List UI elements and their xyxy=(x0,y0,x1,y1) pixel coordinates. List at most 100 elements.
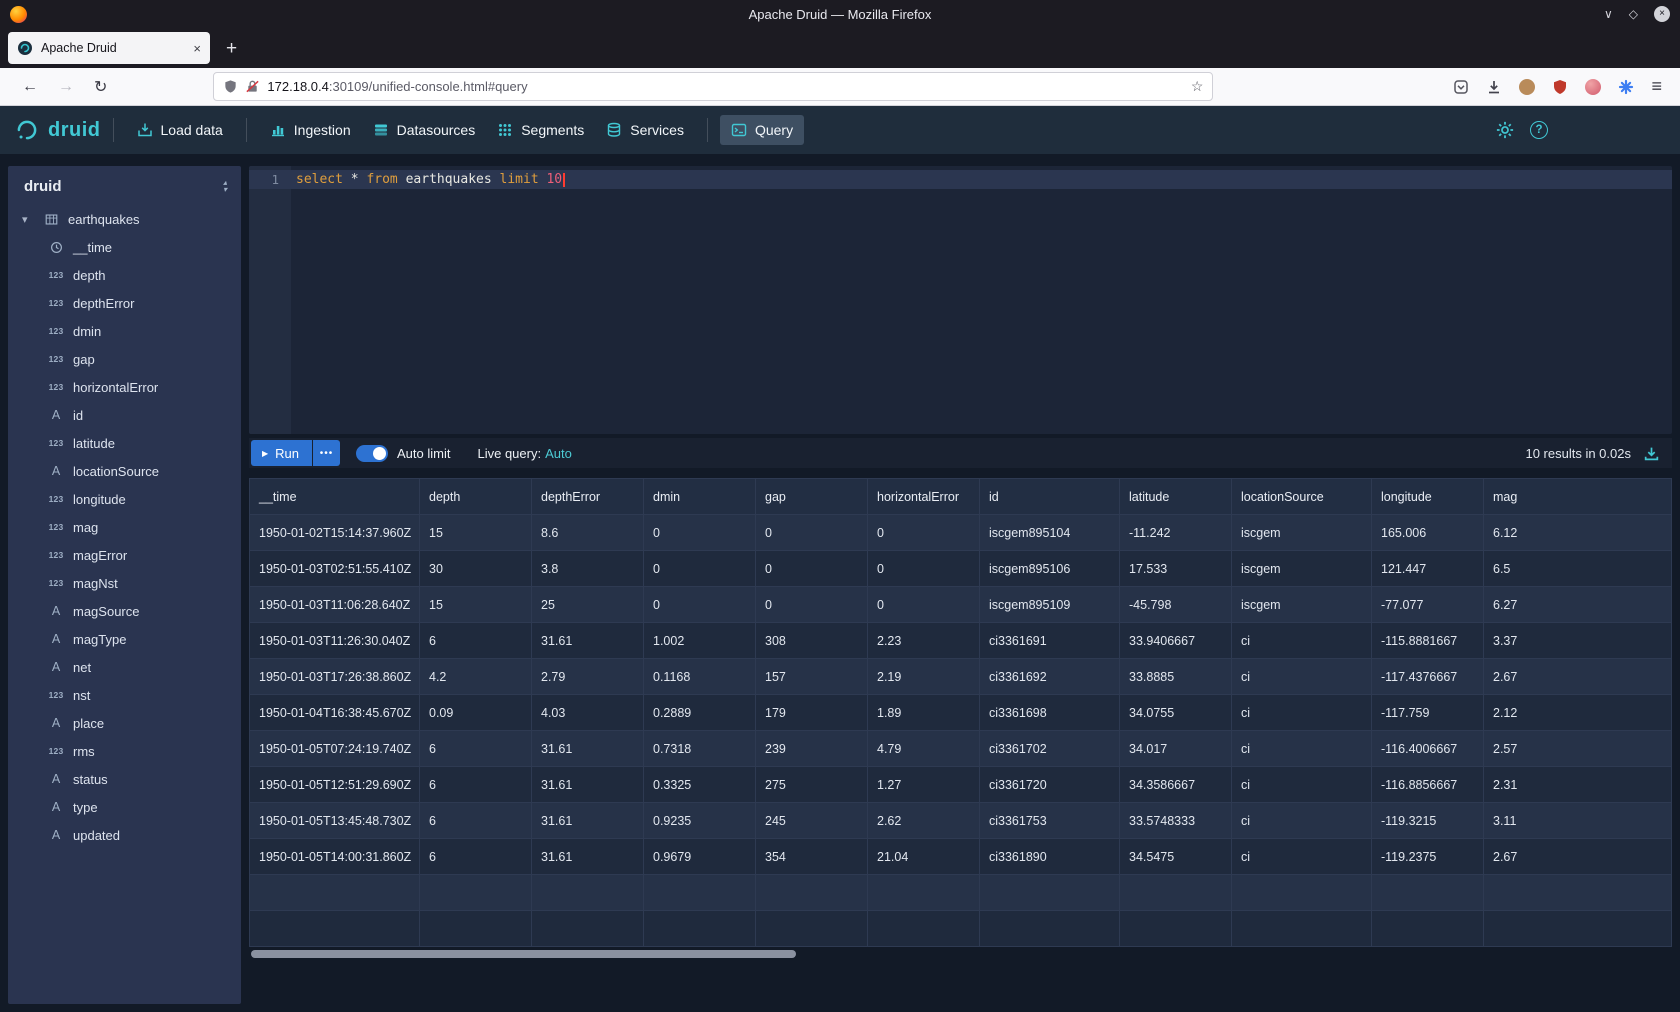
table-cell[interactable]: 30 xyxy=(420,551,532,587)
column-header[interactable]: horizontalError xyxy=(868,479,980,515)
table-cell[interactable]: iscgem xyxy=(1232,587,1372,623)
avatar-extension-icon[interactable] xyxy=(1585,79,1601,95)
druid-logo[interactable]: druid xyxy=(14,117,101,143)
table-cell[interactable]: 17.533 xyxy=(1120,551,1232,587)
table-cell[interactable]: 34.5475 xyxy=(1120,839,1232,875)
double-caret-vertical-icon[interactable]: ▴▾ xyxy=(223,180,227,193)
table-cell[interactable]: ci3361691 xyxy=(980,623,1120,659)
table-cell[interactable]: iscgem895104 xyxy=(980,515,1120,551)
table-cell[interactable]: -45.798 xyxy=(1120,587,1232,623)
pocket-icon[interactable] xyxy=(1453,79,1469,95)
table-cell[interactable]: 308 xyxy=(756,623,868,659)
live-query-value[interactable]: Auto xyxy=(545,446,572,461)
table-cell[interactable]: 0.7318 xyxy=(644,731,756,767)
reload-button[interactable]: ↻ xyxy=(84,77,117,97)
table-cell[interactable]: 6 xyxy=(420,767,532,803)
table-cell[interactable]: ci3361702 xyxy=(980,731,1120,767)
sidebar-column-place[interactable]: Aplace xyxy=(8,709,241,737)
column-header[interactable]: id xyxy=(980,479,1120,515)
pinwheel-extension-icon[interactable] xyxy=(1618,79,1634,95)
tracking-shield-icon[interactable] xyxy=(223,79,238,94)
horizontal-scrollbar[interactable] xyxy=(249,947,1672,961)
table-cell[interactable]: 31.61 xyxy=(532,623,644,659)
table-cell[interactable]: 6 xyxy=(420,731,532,767)
table-cell[interactable]: 1.27 xyxy=(868,767,980,803)
table-cell[interactable]: 245 xyxy=(756,803,868,839)
column-header[interactable]: locationSource xyxy=(1232,479,1372,515)
column-header[interactable]: latitude xyxy=(1120,479,1232,515)
sidebar-column-status[interactable]: Astatus xyxy=(8,765,241,793)
window-maximize-icon[interactable]: ◇ xyxy=(1629,8,1638,20)
table-cell[interactable]: 0.3325 xyxy=(644,767,756,803)
table-cell[interactable]: 121.447 xyxy=(1372,551,1484,587)
settings-gear-icon[interactable] xyxy=(1496,121,1514,139)
table-cell[interactable]: 2.57 xyxy=(1484,731,1672,767)
table-cell[interactable]: 34.017 xyxy=(1120,731,1232,767)
table-cell[interactable]: ci3361753 xyxy=(980,803,1120,839)
sidebar-column-depthError[interactable]: 123depthError xyxy=(8,289,241,317)
sidebar-column-longitude[interactable]: 123longitude xyxy=(8,485,241,513)
table-cell[interactable]: ci3361890 xyxy=(980,839,1120,875)
sidebar-column-net[interactable]: Anet xyxy=(8,653,241,681)
sidebar-table-item[interactable]: ▾earthquakes xyxy=(8,205,241,233)
table-cell[interactable]: ci3361720 xyxy=(980,767,1120,803)
table-cell[interactable]: ci xyxy=(1232,731,1372,767)
sidebar-column-rms[interactable]: 123rms xyxy=(8,737,241,765)
table-cell[interactable]: 8.6 xyxy=(532,515,644,551)
table-cell[interactable]: 0.09 xyxy=(420,695,532,731)
table-cell[interactable]: -115.8881667 xyxy=(1372,623,1484,659)
table-cell[interactable]: 1950-01-04T16:38:45.670Z xyxy=(250,695,420,731)
nav-ingestion[interactable]: Ingestion xyxy=(259,115,362,145)
sidebar-column-magError[interactable]: 123magError xyxy=(8,541,241,569)
nav-segments[interactable]: Segments xyxy=(486,115,595,145)
column-header[interactable]: mag xyxy=(1484,479,1672,515)
table-cell[interactable]: ci xyxy=(1232,659,1372,695)
table-cell[interactable]: 2.12 xyxy=(1484,695,1672,731)
table-cell[interactable]: iscgem xyxy=(1232,551,1372,587)
table-cell[interactable]: 275 xyxy=(756,767,868,803)
sidebar-column-magNst[interactable]: 123magNst xyxy=(8,569,241,597)
table-cell[interactable]: 2.67 xyxy=(1484,839,1672,875)
table-cell[interactable]: 1.002 xyxy=(644,623,756,659)
tab-close-icon[interactable]: × xyxy=(193,41,201,56)
table-cell[interactable]: 0 xyxy=(756,587,868,623)
table-cell[interactable]: 0 xyxy=(644,587,756,623)
table-cell[interactable]: 6 xyxy=(420,623,532,659)
query-editor[interactable]: 1 select * from earthquakes limit 10 xyxy=(249,166,1672,434)
url-text[interactable]: 172.18.0.4:30109/unified-console.html#qu… xyxy=(267,79,1183,94)
sidebar-column-id[interactable]: Aid xyxy=(8,401,241,429)
sidebar-column-__time[interactable]: __time xyxy=(8,233,241,261)
table-cell[interactable]: -119.2375 xyxy=(1372,839,1484,875)
table-cell[interactable]: -116.4006667 xyxy=(1372,731,1484,767)
column-header[interactable]: __time xyxy=(250,479,420,515)
scrollbar-thumb[interactable] xyxy=(251,950,796,958)
forward-button[interactable]: → xyxy=(48,78,84,96)
sidebar-column-dmin[interactable]: 123dmin xyxy=(8,317,241,345)
table-cell[interactable]: 0.2889 xyxy=(644,695,756,731)
sidebar-column-depth[interactable]: 123depth xyxy=(8,261,241,289)
table-cell[interactable]: 1950-01-03T17:26:38.860Z xyxy=(250,659,420,695)
window-close-icon[interactable]: × xyxy=(1654,6,1670,22)
table-cell[interactable]: 31.61 xyxy=(532,839,644,875)
table-cell[interactable]: 6 xyxy=(420,803,532,839)
ublock-shield-icon[interactable] xyxy=(1552,79,1568,95)
table-cell[interactable]: ci xyxy=(1232,803,1372,839)
nav-datasources[interactable]: Datasources xyxy=(362,115,487,145)
table-cell[interactable]: 0.9679 xyxy=(644,839,756,875)
table-cell[interactable]: ci xyxy=(1232,695,1372,731)
table-cell[interactable]: 2.31 xyxy=(1484,767,1672,803)
sidebar-column-latitude[interactable]: 123latitude xyxy=(8,429,241,457)
table-cell[interactable]: 6.5 xyxy=(1484,551,1672,587)
column-header[interactable]: gap xyxy=(756,479,868,515)
column-header[interactable]: dmin xyxy=(644,479,756,515)
table-cell[interactable]: 0 xyxy=(868,587,980,623)
nav-load-data[interactable]: Load data xyxy=(126,115,234,145)
nav-services[interactable]: Services xyxy=(595,115,695,145)
sidebar-column-gap[interactable]: 123gap xyxy=(8,345,241,373)
extension-icon-1[interactable] xyxy=(1519,79,1535,95)
table-cell[interactable]: 4.79 xyxy=(868,731,980,767)
table-cell[interactable]: 25 xyxy=(532,587,644,623)
table-cell[interactable]: 0 xyxy=(756,551,868,587)
table-cell[interactable]: 157 xyxy=(756,659,868,695)
editor-code-area[interactable]: select * from earthquakes limit 10 xyxy=(291,166,1672,434)
